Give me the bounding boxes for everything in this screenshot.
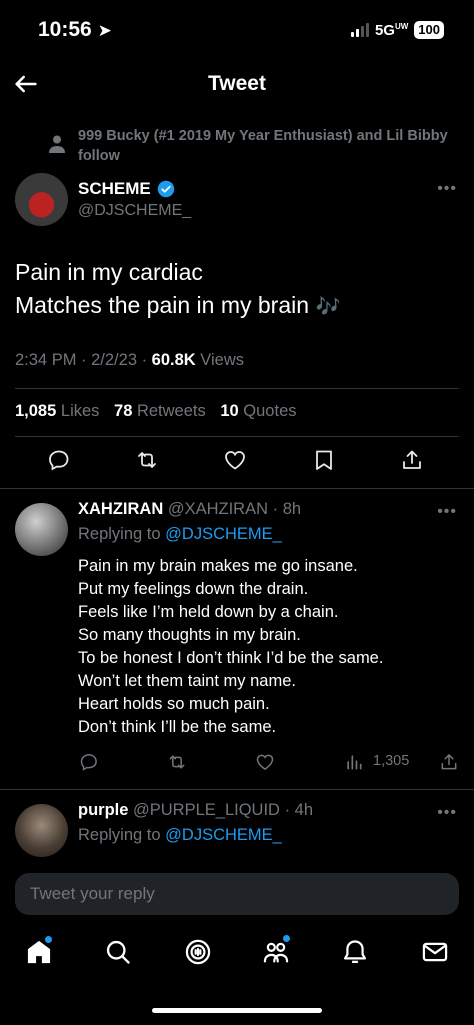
replying-to-link[interactable]: @DJSCHEME_ — [165, 826, 282, 844]
reply-avatar[interactable] — [15, 503, 68, 556]
more-options-icon[interactable]: ••• — [437, 180, 457, 198]
reply-avatar[interactable] — [15, 804, 68, 857]
network-label: 5GUW — [374, 21, 409, 39]
battery-icon: 100 — [414, 21, 444, 39]
search-icon[interactable] — [104, 938, 132, 966]
divider — [0, 488, 474, 489]
reply-text: Pain in my brain makes me go insane. Put… — [78, 557, 384, 736]
communities-notification-dot — [283, 935, 290, 942]
author-handle[interactable]: @DJSCHEME_ — [78, 202, 191, 220]
reply-author-name[interactable]: XAHZIRAN — [78, 500, 163, 518]
tweet-actions — [0, 448, 474, 478]
verified-badge-icon — [157, 180, 174, 198]
reply-views-count: 1,305 — [373, 753, 410, 769]
retweet-icon[interactable] — [167, 752, 187, 772]
author-name[interactable]: SCHEME — [78, 179, 175, 199]
retweets-stat[interactable]: 78 Retweets — [114, 402, 206, 420]
tweet-meta: 2:34 PM · 2/2/23 · 60.8K Views — [15, 351, 245, 369]
more-options-icon[interactable]: ••• — [437, 503, 457, 521]
social-context[interactable]: 999 Bucky (#1 2019 My Year Enthusiast) a… — [78, 126, 448, 166]
likes-stat[interactable]: 1,085 Likes — [15, 402, 99, 420]
divider — [15, 436, 459, 437]
reply-header: purple @PURPLE_LIQUID · 4h — [78, 801, 314, 819]
author-avatar[interactable] — [15, 173, 68, 226]
tweet-text: Pain in my cardiac Matches the pain in m… — [15, 259, 341, 318]
more-options-icon[interactable]: ••• — [437, 804, 457, 822]
reply-age: 8h — [282, 500, 302, 518]
share-icon[interactable] — [439, 752, 459, 772]
reply-author-name[interactable]: purple — [78, 801, 128, 819]
signal-icon — [350, 23, 369, 37]
reply-author-handle[interactable]: @PURPLE_LIQUID — [133, 801, 280, 819]
replying-to: Replying to @DJSCHEME_ — [78, 826, 282, 844]
home-notification-dot — [45, 936, 52, 943]
quotes-stat[interactable]: 10 Quotes — [220, 402, 296, 420]
person-icon — [49, 135, 65, 153]
reply-actions: 1,305 — [0, 752, 474, 776]
divider — [15, 388, 459, 389]
status-time: 10:56 ➤ — [38, 18, 112, 41]
reply-icon[interactable] — [79, 752, 99, 772]
spaces-icon[interactable] — [184, 938, 212, 966]
views-icon[interactable] — [344, 752, 364, 772]
share-icon[interactable] — [400, 448, 424, 472]
reply-age: 4h — [294, 801, 314, 819]
reply-author-handle[interactable]: @XAHZIRAN — [168, 500, 268, 518]
divider — [0, 789, 474, 790]
communities-icon[interactable] — [262, 938, 290, 966]
reply-header: XAHZIRAN @XAHZIRAN · 8h — [78, 500, 302, 518]
engagement-stats: 1,085 Likes 78 Retweets 10 Quotes — [15, 402, 297, 421]
reply-compose-input[interactable]: Tweet your reply — [15, 873, 459, 915]
bookmark-icon[interactable] — [312, 448, 336, 472]
replying-to-link[interactable]: @DJSCHEME_ — [165, 525, 282, 543]
music-notes-emoji: 🎶 — [315, 296, 341, 318]
notifications-icon[interactable] — [341, 938, 369, 966]
page-title: Tweet — [208, 72, 266, 95]
like-icon[interactable] — [255, 752, 275, 772]
reply-icon[interactable] — [47, 448, 71, 472]
messages-icon[interactable] — [421, 938, 449, 966]
status-indicators: 5GUW 100 — [350, 21, 444, 39]
like-icon[interactable] — [223, 448, 247, 472]
tab-bar — [0, 935, 474, 970]
replying-to: Replying to @DJSCHEME_ — [78, 525, 282, 543]
home-indicator — [152, 1008, 322, 1013]
retweet-icon[interactable] — [135, 448, 159, 472]
